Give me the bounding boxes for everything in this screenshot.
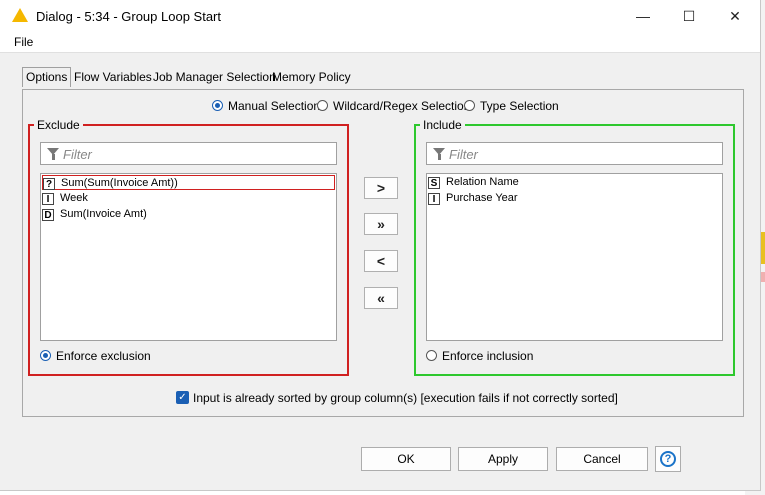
list-item-label: Sum(Sum(Invoice Amt)): [61, 177, 178, 189]
tab-flow-variables[interactable]: Flow Variables: [71, 68, 155, 86]
exclude-filter-placeholder: Filter: [63, 147, 92, 162]
menu-bar: File: [0, 32, 760, 53]
exclude-list[interactable]: ? Sum(Sum(Invoice Amt)) I Week D Sum(Invoic…: [40, 173, 337, 341]
close-button[interactable]: ✕: [712, 0, 758, 32]
exclude-title: Exclude: [34, 118, 83, 132]
list-item-label: Week: [60, 192, 88, 204]
knime-warning-icon: [12, 8, 28, 22]
tab-memory-policy[interactable]: Memory Policy: [269, 68, 354, 86]
sorted-checkbox-label: Input is already sorted by group column(…: [193, 391, 618, 405]
enforce-inclusion-radio[interactable]: [426, 350, 437, 361]
add-button[interactable]: >: [364, 177, 398, 199]
remove-button[interactable]: <: [364, 250, 398, 272]
tab-job-manager-selection[interactable]: Job Manager Selection: [150, 68, 279, 86]
exclude-list-item[interactable]: D Sum(Invoice Amt): [42, 207, 147, 222]
include-filter-placeholder: Filter: [449, 147, 478, 162]
manual-selection-radio[interactable]: [212, 100, 223, 111]
double-type-icon: D: [42, 208, 54, 221]
checkmark-icon: ✓: [178, 392, 187, 403]
window-title: Dialog - 5:34 - Group Loop Start: [36, 9, 221, 24]
include-list-item[interactable]: S Relation Name: [428, 175, 519, 190]
string-type-icon: S: [428, 176, 440, 189]
enforce-inclusion-label: Enforce inclusion: [442, 349, 534, 363]
add-all-button[interactable]: »: [364, 213, 398, 235]
include-list-item[interactable]: I Purchase Year: [428, 191, 518, 206]
enforce-exclusion-label: Enforce exclusion: [56, 349, 151, 363]
title-bar: Dialog - 5:34 - Group Loop Start — ☐ ✕: [0, 0, 760, 32]
help-button[interactable]: ?: [655, 446, 681, 472]
menu-file[interactable]: File: [14, 35, 33, 49]
wildcard-regex-label: Wildcard/Regex Selection: [333, 99, 471, 113]
exclude-filter-input[interactable]: Filter: [40, 142, 337, 165]
type-selection-radio[interactable]: [464, 100, 475, 111]
manual-selection-label: Manual Selection: [228, 99, 321, 113]
ok-button[interactable]: OK: [361, 447, 451, 471]
help-icon: ?: [660, 451, 676, 467]
include-filter-input[interactable]: Filter: [426, 142, 723, 165]
exclude-list-item[interactable]: ? Sum(Sum(Invoice Amt)): [42, 175, 335, 190]
type-selection-label: Type Selection: [480, 99, 559, 113]
remove-all-button[interactable]: «: [364, 287, 398, 309]
sorted-checkbox[interactable]: ✓: [176, 391, 189, 404]
cancel-button[interactable]: Cancel: [556, 447, 648, 471]
wildcard-regex-radio[interactable]: [317, 100, 328, 111]
include-list[interactable]: S Relation Name I Purchase Year: [426, 173, 723, 341]
enforce-exclusion-radio[interactable]: [40, 350, 51, 361]
apply-button[interactable]: Apply: [458, 447, 548, 471]
list-item-label: Relation Name: [446, 176, 519, 188]
maximize-button[interactable]: ☐: [666, 0, 712, 32]
dialog-window: Dialog - 5:34 - Group Loop Start — ☐ ✕ F…: [0, 0, 761, 491]
integer-type-icon: I: [428, 192, 440, 205]
exclude-list-item[interactable]: I Week: [42, 191, 88, 206]
integer-type-icon: I: [42, 192, 54, 205]
minimize-button[interactable]: —: [620, 0, 666, 32]
include-title: Include: [420, 118, 465, 132]
tab-options[interactable]: Options: [22, 67, 72, 87]
unknown-type-icon: ?: [43, 177, 55, 190]
list-item-label: Purchase Year: [446, 192, 518, 204]
list-item-label: Sum(Invoice Amt): [60, 208, 147, 220]
